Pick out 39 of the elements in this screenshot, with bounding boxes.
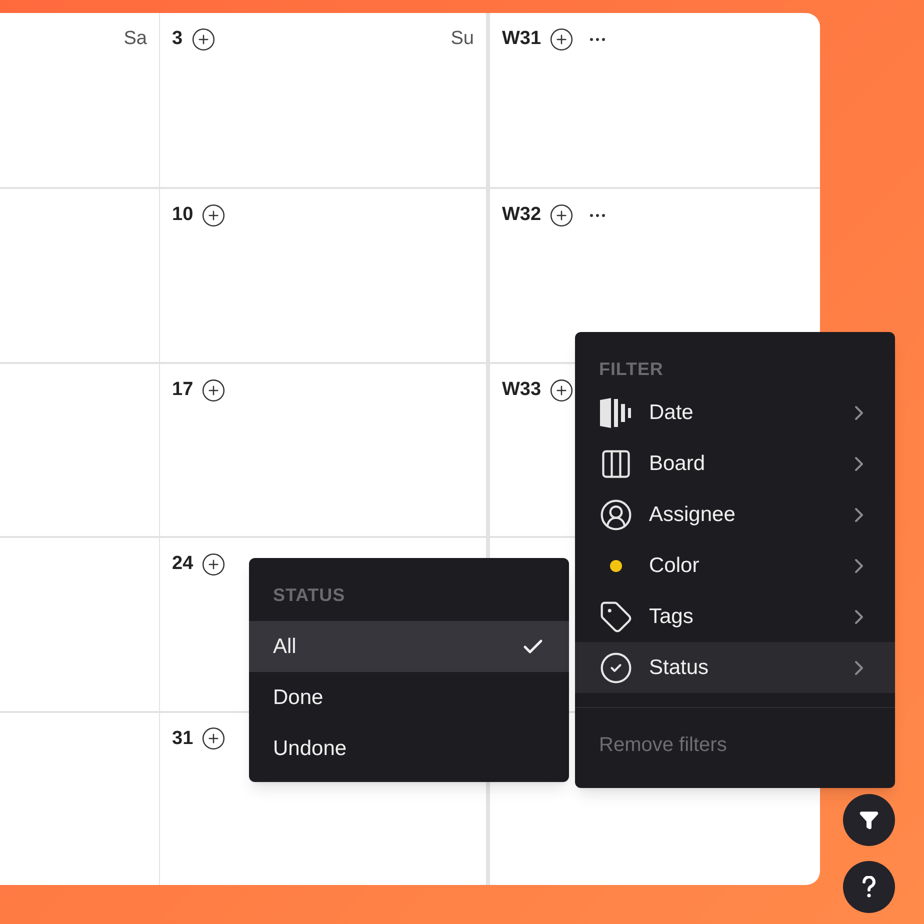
- add-icon[interactable]: [549, 203, 574, 228]
- day-number: 17: [172, 378, 194, 402]
- week-number: W32: [502, 203, 542, 228]
- menu-item[interactable]: Color: [575, 540, 895, 591]
- menu-item[interactable]: Status: [575, 642, 895, 693]
- weekday-label: Sa: [124, 27, 147, 51]
- weekday-label: Su: [450, 27, 474, 51]
- menu-option[interactable]: Done: [249, 672, 569, 723]
- menu-option[interactable]: All: [249, 621, 569, 672]
- menu-option[interactable]: Undone: [249, 723, 569, 774]
- add-icon[interactable]: [190, 26, 216, 52]
- more-icon[interactable]: [590, 214, 606, 218]
- add-icon[interactable]: [201, 552, 226, 577]
- menu-item[interactable]: Board: [575, 438, 895, 489]
- add-icon[interactable]: [201, 378, 226, 403]
- check-circle-icon: [599, 650, 633, 684]
- add-icon[interactable]: [201, 203, 226, 228]
- day-number: 24: [172, 552, 194, 576]
- menu-item[interactable]: Tags: [575, 591, 895, 642]
- menu-item[interactable]: Assignee: [575, 489, 895, 540]
- add-icon[interactable]: [549, 378, 574, 403]
- help-icon: [861, 876, 877, 898]
- help-button[interactable]: [843, 861, 895, 913]
- user-icon: [599, 498, 633, 532]
- more-icon[interactable]: [590, 38, 606, 41]
- week-number: W31: [502, 27, 542, 51]
- menu-heading: FILTER: [598, 358, 664, 381]
- tag-icon: [599, 600, 633, 634]
- day-number: 10: [172, 203, 194, 228]
- day-number: 3: [172, 27, 183, 51]
- add-icon[interactable]: [201, 726, 226, 752]
- week-number: W33: [502, 378, 542, 402]
- menu-item[interactable]: Date: [575, 387, 895, 438]
- bars-icon: [599, 396, 633, 428]
- day-number: 31: [172, 726, 194, 751]
- add-icon[interactable]: [549, 26, 574, 52]
- filter-button[interactable]: [843, 794, 895, 846]
- menu-heading: STATUS: [272, 584, 346, 607]
- filter-icon: [859, 810, 879, 830]
